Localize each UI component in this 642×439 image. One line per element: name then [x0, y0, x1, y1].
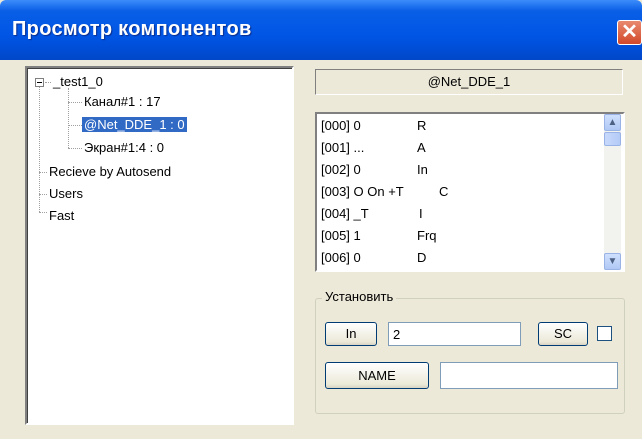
name-button[interactable]: NAME: [325, 362, 429, 389]
list-item-index: [002] 0: [321, 162, 361, 177]
list-item-code: D: [417, 250, 427, 265]
list-item-code: I: [419, 206, 423, 221]
tree-connector: [39, 172, 47, 173]
sc-checkbox[interactable]: [597, 326, 612, 341]
tree-item-recieve-by-autosend[interactable]: Recieve by Autosend: [49, 163, 171, 181]
scroll-down-button[interactable]: ▼: [604, 253, 621, 270]
close-icon: ✕: [621, 21, 638, 43]
tree-item-net-dde[interactable]: @Net_DDE_1 : 0: [82, 116, 187, 134]
window-title: Просмотр компонентов: [12, 18, 252, 40]
scroll-up-button[interactable]: ▲: [604, 114, 621, 131]
tree-item-label: Канал#1 : 17: [84, 94, 161, 109]
tree-item-label: Экран#1:4 : 0: [84, 140, 165, 155]
close-button[interactable]: ✕: [617, 20, 642, 45]
tree-item-screen[interactable]: Экран#1:4 : 0: [84, 139, 164, 157]
scroll-thumb[interactable]: [604, 132, 621, 146]
tree-item-label: _test1_0: [53, 74, 103, 89]
tree-connector: [68, 102, 82, 103]
tree-item-root[interactable]: _test1_0: [53, 73, 103, 91]
tree-item-label: Recieve by Autosend: [49, 164, 172, 179]
in-value-field[interactable]: [388, 322, 521, 346]
tree-item-fast[interactable]: Fast: [49, 207, 74, 225]
list-item-index: [004] _T: [321, 206, 369, 221]
component-name-header: @Net_DDE_1: [315, 69, 623, 95]
tree-connector: [68, 125, 82, 126]
in-button-label: In: [345, 326, 357, 341]
tree-root-line: [39, 82, 40, 212]
sc-button[interactable]: SC: [538, 322, 588, 346]
tree-connector: [45, 82, 51, 83]
component-tree[interactable]: _test1_0 Канал#1 : 17 @Net_DDE_1 : 0 Экр…: [25, 66, 294, 425]
component-viewer-window: Просмотр компонентов ✕ _test1_0 Канал#1 …: [0, 0, 642, 439]
name-button-label: NAME: [358, 368, 396, 383]
list-item-code: A: [417, 140, 426, 155]
vertical-scrollbar[interactable]: ▲ ▼: [604, 114, 621, 270]
tree-item-label: Users: [49, 186, 83, 201]
tree-item-users[interactable]: Users: [49, 185, 83, 203]
name-value-field[interactable]: [440, 362, 618, 389]
list-item-index: [006] 0: [321, 250, 361, 265]
list-item-code: Frq: [417, 228, 437, 243]
parameter-list[interactable]: [000] 0 R [001] ... A [002] 0 In [003] O…: [315, 112, 625, 272]
list-item-index: [003] O On +T: [321, 184, 404, 199]
arrow-down-icon: ▼: [607, 256, 618, 267]
list-item-index: [001] ...: [321, 140, 365, 155]
list-item-index: [000] 0: [321, 118, 361, 133]
tree-item-channel[interactable]: Канал#1 : 17: [84, 93, 161, 111]
arrow-up-icon: ▲: [607, 117, 618, 128]
tree-item-label-selected: @Net_DDE_1 : 0: [82, 117, 187, 132]
list-item-code: R: [417, 118, 427, 133]
collapse-toggle[interactable]: [35, 78, 44, 87]
tree-connector: [68, 148, 82, 149]
tree-child-line: [68, 88, 69, 148]
title-bar[interactable]: Просмотр компонентов ✕: [0, 0, 642, 60]
tree-connector: [39, 212, 47, 213]
sc-button-label: SC: [553, 326, 573, 341]
tree-connector: [39, 194, 47, 195]
list-item-index: [005] 1: [321, 228, 361, 243]
list-item-code: In: [417, 162, 428, 177]
in-button[interactable]: In: [325, 322, 377, 346]
set-group-label: Установить: [322, 289, 397, 304]
tree-item-label: Fast: [49, 208, 75, 223]
list-item-code: C: [439, 184, 449, 199]
set-group-box: [315, 298, 625, 414]
